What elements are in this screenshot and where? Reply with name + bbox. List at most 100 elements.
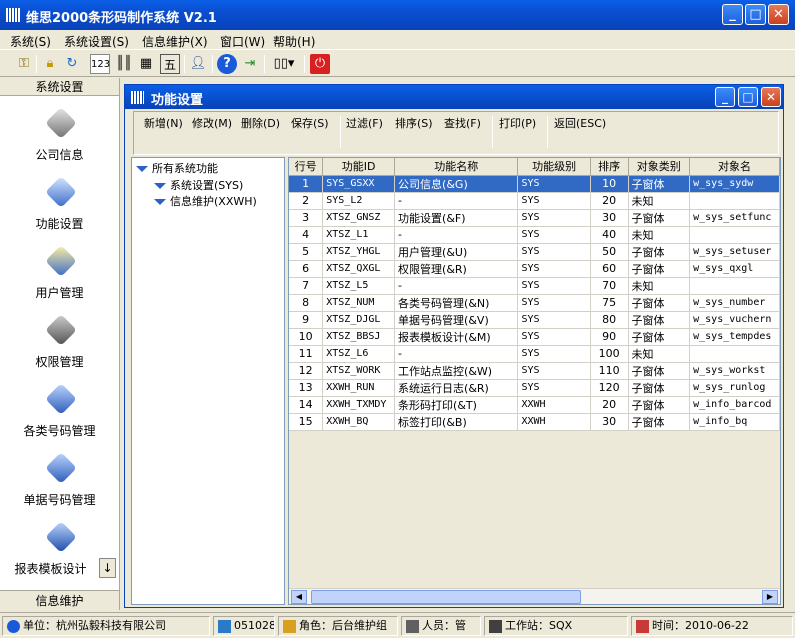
column-header[interactable]: 对象类别 (628, 158, 691, 176)
table-cell: - (394, 226, 519, 244)
find-button[interactable]: 查找(F) (444, 115, 481, 131)
table-cell: XTSZ_BBSJ (322, 328, 396, 346)
workstation-icon (489, 619, 502, 633)
add-button[interactable]: 新增(N) (144, 115, 183, 131)
tree-node-xxwh[interactable]: 信息维护(XXWH) (154, 193, 257, 209)
nav-footer-info-maintenance[interactable]: 信息维护 (0, 590, 119, 610)
number-icon[interactable]: 123 (90, 54, 110, 74)
table-cell: SYS (517, 226, 591, 244)
table-row[interactable]: 6 XTSZ_QXGL 权限管理(&R) SYS 60 子窗体 w_sys_qxgl (289, 260, 780, 278)
clock-icon (636, 619, 649, 633)
edit-button[interactable]: 修改(M) (192, 115, 232, 131)
table-cell: 子窗体 (628, 209, 691, 227)
table-row[interactable]: 3 XTSZ_GNSZ 功能设置(&F) SYS 30 子窗体 w_sys_setfunc (289, 209, 780, 227)
key-icon[interactable]: ⚿ (14, 54, 34, 74)
table-cell: 单据号码管理(&V) (394, 311, 519, 329)
horizontal-scrollbar[interactable]: ◀ ▶ (289, 588, 780, 604)
power-icon[interactable]: ⏻ (310, 54, 330, 74)
table-row[interactable]: 5 XTSZ_YHGL 用户管理(&U) SYS 50 子窗体 w_sys_setuser (289, 243, 780, 261)
delete-button[interactable]: 删除(D) (241, 115, 280, 131)
nav-item-permission-management[interactable]: 权限管理 (0, 314, 119, 381)
child-titlebar[interactable]: 功能设置 _ □ ✕ (125, 85, 783, 109)
menu-help[interactable]: 帮助(H) (273, 33, 315, 50)
column-header[interactable]: 功能级别 (517, 158, 591, 176)
table-cell: XTSZ_NUM (322, 294, 396, 312)
nav-item-document-number-management[interactable]: 单据号码管理 (0, 452, 119, 519)
close-button[interactable]: ✕ (768, 4, 789, 25)
tree-node-sys[interactable]: 系统设置(SYS) (154, 177, 243, 193)
child-close-button[interactable]: ✕ (761, 87, 781, 107)
table-icon[interactable]: ▦ (136, 54, 156, 74)
table-row[interactable]: 12 XTSZ_WORK 工作站点监控(&W) SYS 110 子窗体 w_sys_work… (289, 362, 780, 380)
nav-header-system-settings[interactable]: 系统设置 (0, 78, 119, 96)
nav-item-report-template-design[interactable]: 报表模板设计 (0, 521, 119, 588)
child-maximize-button[interactable]: □ (738, 87, 758, 107)
scrollbar-thumb[interactable] (311, 590, 581, 604)
table-cell: w_sys_runlog (689, 379, 780, 397)
print-button[interactable]: 打印(P) (499, 115, 536, 131)
expand-arrow-icon (154, 183, 166, 189)
table-cell: w_sys_vuchern (689, 311, 780, 329)
nav-item-function-settings[interactable]: 功能设置 (0, 176, 119, 243)
menu-window[interactable]: 窗口(W) (220, 33, 265, 50)
table-row[interactable]: 8 XTSZ_NUM 各类号码管理(&N) SYS 75 子窗体 w_sys_number (289, 294, 780, 312)
function-grid: 行号 功能ID 功能名称 功能级别 排序 对象类别 对象名 1 SYS_GSXX 公… (288, 157, 781, 605)
nav-item-user-management[interactable]: 用户管理 (0, 245, 119, 312)
table-cell: XXWH_BQ (322, 413, 396, 431)
table-cell: 条形码打印(&T) (394, 396, 519, 414)
column-header[interactable]: 功能名称 (394, 158, 519, 176)
table-cell: SYS (517, 192, 591, 210)
layout-icon[interactable]: ▯▯▾ (270, 54, 298, 74)
lock-icon[interactable]: 🔒︎ (40, 54, 60, 74)
exit-icon[interactable]: ⇥ (240, 54, 260, 74)
table-row[interactable]: 2 SYS_L2- SYS 20 未知 (289, 192, 780, 210)
column-header[interactable]: 对象名 (689, 158, 780, 176)
window-titlebar[interactable]: 维思2000条形码制作系统 V2.1 _ □ ✕ (0, 0, 795, 30)
column-header[interactable]: 排序 (590, 158, 629, 176)
table-row[interactable]: 4 XTSZ_L1- SYS 40 未知 (289, 226, 780, 244)
table-row[interactable]: 11 XTSZ_L6- SYS 100 未知 (289, 345, 780, 363)
tree-node-root[interactable]: 所有系统功能 (136, 160, 218, 176)
child-minimize-button[interactable]: _ (715, 87, 735, 107)
scroll-left-icon[interactable]: ◀ (291, 590, 307, 604)
return-button[interactable]: 返回(ESC) (554, 115, 606, 131)
menu-info-maintenance[interactable]: 信息维护(X) (142, 33, 208, 50)
table-cell: 权限管理(&R) (394, 260, 519, 278)
tree-node-label: 所有系统功能 (152, 162, 218, 175)
scroll-right-icon[interactable]: ▶ (762, 590, 778, 604)
filter-button[interactable]: 过滤(F) (346, 115, 383, 131)
help-icon[interactable]: ? (217, 54, 237, 74)
menu-system[interactable]: 系统(S) (10, 33, 51, 50)
table-cell: 4 (289, 226, 324, 244)
column-header[interactable]: 功能ID (322, 158, 396, 176)
save-button[interactable]: 保存(S) (291, 115, 329, 131)
table-row[interactable]: 13 XXWH_RUN 系统运行日志(&R) SYS 120 子窗体 w_sys_runlo… (289, 379, 780, 397)
table-cell: w_info_barcod (689, 396, 780, 414)
minimize-button[interactable]: _ (722, 4, 743, 25)
sort-button[interactable]: 排序(S) (395, 115, 433, 131)
table-cell: 系统运行日志(&R) (394, 379, 519, 397)
table-cell: 2 (289, 192, 324, 210)
maximize-button[interactable]: □ (745, 4, 766, 25)
table-cell: 7 (289, 277, 324, 295)
menu-system-settings[interactable]: 系统设置(S) (64, 33, 129, 50)
five-icon[interactable]: 五 (160, 54, 180, 74)
table-row[interactable]: 1 SYS_GSXX 公司信息(&G) SYS 10 子窗体 w_sys_sydw (289, 175, 780, 193)
column-header[interactable]: 行号 (289, 158, 324, 176)
table-row[interactable]: 15 XXWH_BQ 标签打印(&B) XXWH 30 子窗体 w_info_bq (289, 413, 780, 431)
user-icon[interactable]: 👤︎ (188, 54, 208, 74)
nav-scroll-down-button[interactable]: ↓ (99, 558, 116, 578)
action-separator (340, 116, 341, 148)
permission-management-icon (45, 314, 77, 346)
document-number-icon (45, 452, 77, 484)
refresh-icon[interactable]: ↻ (62, 54, 82, 74)
table-row[interactable]: 7 XTSZ_L5- SYS 70 未知 (289, 277, 780, 295)
table-cell: 9 (289, 311, 324, 329)
table-row[interactable]: 9 XTSZ_DJGL 单据号码管理(&V) SYS 80 子窗体 w_sys_vucher… (289, 311, 780, 329)
table-row[interactable]: 10 XTSZ_BBSJ 报表模板设计(&M) SYS 90 子窗体 w_sys_tempd… (289, 328, 780, 346)
table-cell: XXWH_TXMDY (322, 396, 396, 414)
nav-item-number-management[interactable]: 各类号码管理 (0, 383, 119, 450)
barcode-icon[interactable]: ║║ (114, 54, 134, 74)
table-row[interactable]: 14 XXWH_TXMDY 条形码打印(&T) XXWH 20 子窗体 w_info_bar… (289, 396, 780, 414)
nav-item-company-info[interactable]: 公司信息 (0, 107, 119, 174)
